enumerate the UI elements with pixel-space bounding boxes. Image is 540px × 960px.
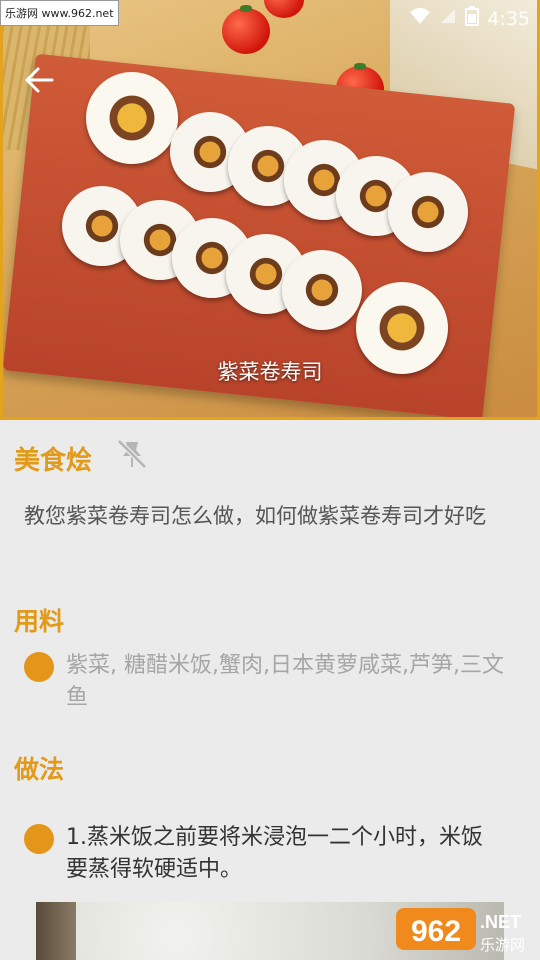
status-bar: 乐游网 www.962.net 4:35 — [0, 0, 540, 34]
ingredients-heading: 用料 — [14, 607, 65, 636]
clock: 4:35 — [487, 7, 530, 30]
ingredients-list: 紫菜, 糖醋米饭,蟹肉,日本黄萝咸菜,芦笋,三文鱼 — [66, 653, 504, 710]
watermark-cn: 乐游网 — [480, 937, 525, 954]
watermark-label: 乐游网 www.962.net — [0, 0, 119, 26]
hero-frame — [0, 0, 540, 420]
recipe-description: 教您紫菜卷寿司怎么做，如何做紫菜卷寿司才好吃 — [24, 504, 486, 528]
wifi-icon — [409, 7, 431, 30]
battery-icon — [465, 6, 480, 31]
back-arrow-icon — [25, 67, 54, 93]
unpin-icon[interactable] — [114, 436, 150, 472]
step-text: 1.蒸米饭之前要将米浸泡一二个小时，米饭要蒸得软硬适中。 — [66, 825, 483, 882]
status-icons: 4:35 — [409, 6, 530, 31]
bullet-icon — [24, 652, 54, 682]
watermark-number: 962 — [411, 915, 461, 948]
watermark-logo: 962 .NET 乐游网 — [396, 904, 534, 956]
back-button[interactable] — [24, 66, 60, 96]
hero-image: 紫菜卷寿司 — [0, 0, 540, 420]
method-heading: 做法 — [14, 755, 65, 784]
site-name: 美食烩 — [14, 446, 93, 476]
bullet-icon — [24, 824, 54, 854]
signal-icon — [439, 7, 457, 30]
watermark-suffix: .NET — [480, 912, 521, 932]
recipe-content: 美食烩 教您紫菜卷寿司怎么做，如何做紫菜卷寿司才好吃 用料 紫菜, 糖醋米饭,蟹… — [0, 420, 540, 960]
